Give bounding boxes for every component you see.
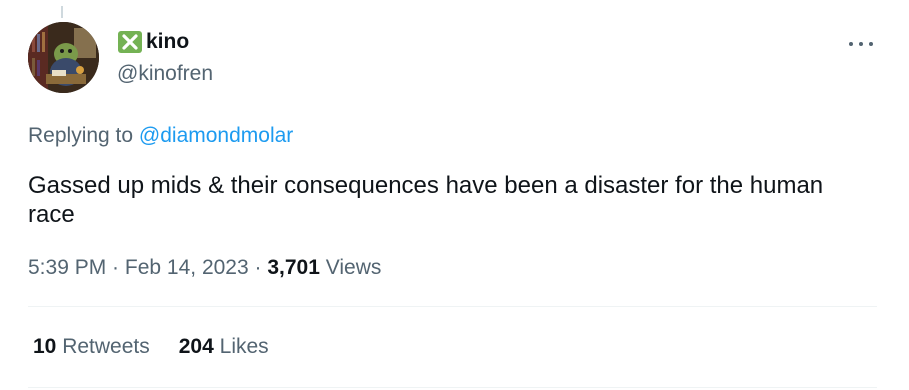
more-dots-icon [859,42,863,46]
likes-stat[interactable]: 204 Likes [179,335,269,359]
retweets-label: Retweets [62,335,150,358]
tweet-date[interactable]: Feb 14, 2023 [125,256,249,280]
meta-separator: · [106,256,125,279]
replying-to-link[interactable]: @diamondmolar [139,124,293,147]
cross-mark-button-icon [118,31,142,53]
user-handle[interactable]: @kinofren [117,62,213,86]
replying-prefix: Replying to [28,124,134,147]
divider [28,387,877,388]
divider [28,306,877,307]
avatar-image [28,22,99,93]
tweet-meta: 5:39 PM · Feb 14, 2023 · 3,701 Views [28,256,381,280]
replying-to-line: Replying to @diamondmolar [28,124,293,148]
engagement-stats: 10 Retweets 204 Likes [33,335,269,359]
more-dots-icon [869,42,873,46]
likes-count: 204 [178,335,214,358]
more-dots-icon [849,42,853,46]
tweet-time[interactable]: 5:39 PM [28,256,106,280]
retweets-stat[interactable]: 10 Retweets [33,335,150,359]
display-name: kino [146,30,190,53]
more-options-button[interactable] [849,34,873,54]
likes-label: Likes [219,335,269,358]
retweets-count: 10 [33,335,57,358]
meta-separator: · [248,256,268,279]
views-count: 3,701 [267,256,320,279]
avatar[interactable] [28,22,99,93]
tweet-text: Gassed up mids & their consequences have… [28,172,824,228]
display-name-row[interactable]: kino [117,30,189,54]
thread-connector-line [61,6,63,18]
views-label: Views [325,256,382,279]
